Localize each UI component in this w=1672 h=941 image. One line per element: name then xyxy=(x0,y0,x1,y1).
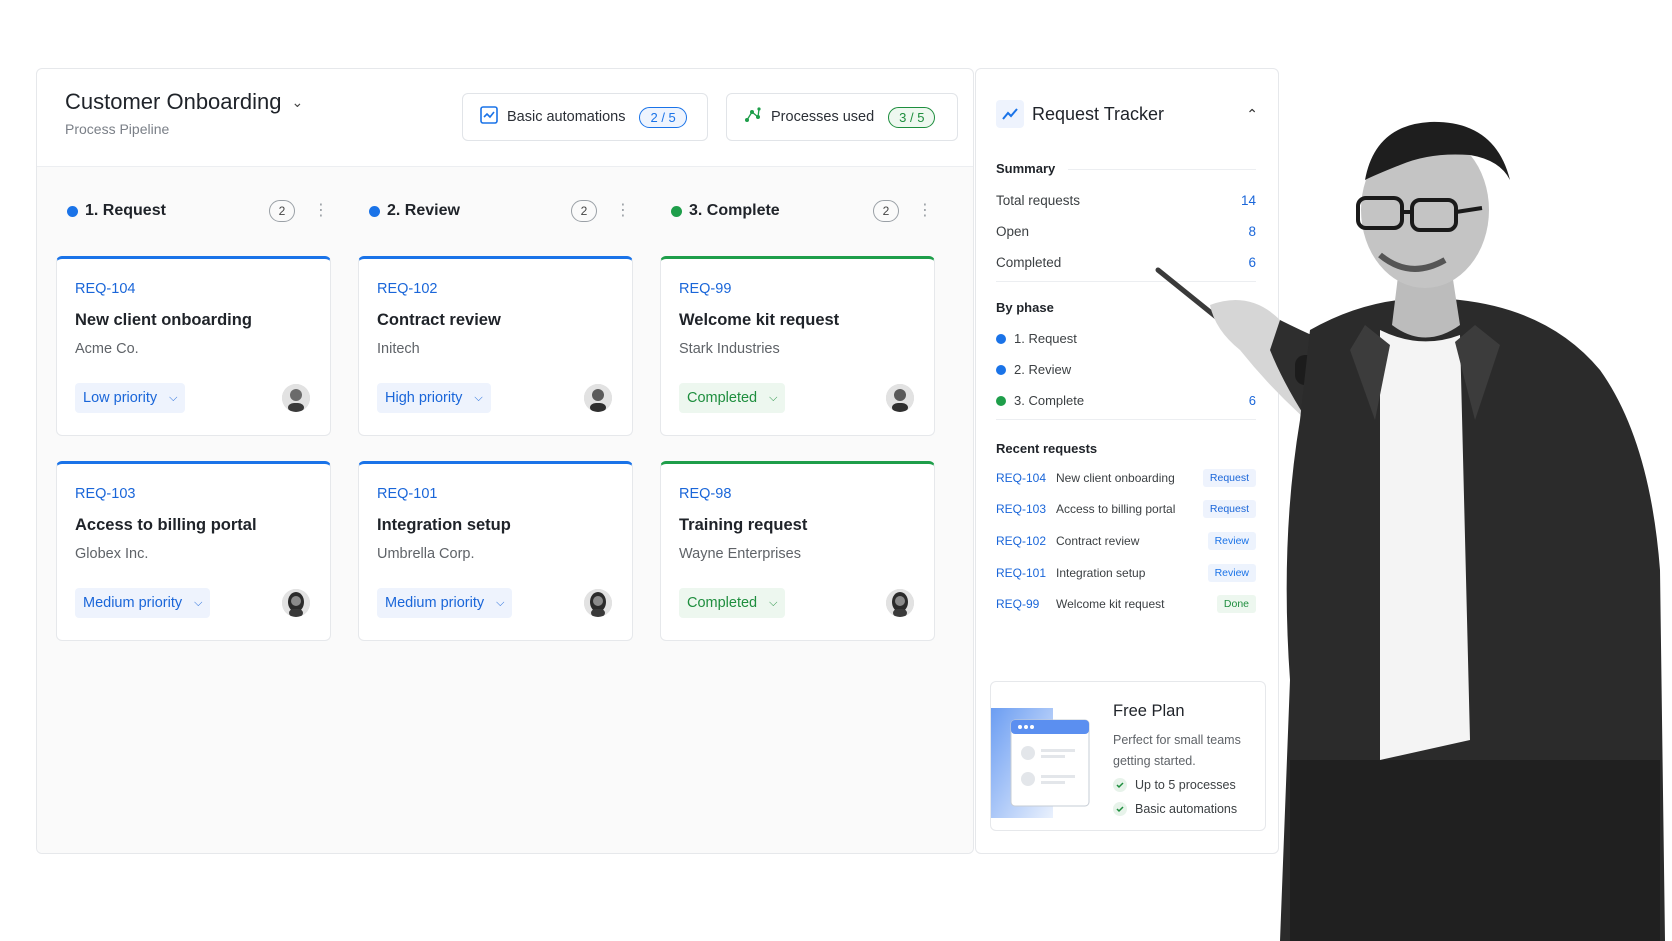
column-header-complete: 3. Complete 2 ⋮ xyxy=(669,195,933,227)
request-id[interactable]: REQ-102 xyxy=(377,281,437,297)
client-name: Globex Inc. xyxy=(75,546,149,562)
column-header-review: 2. Review 2 ⋮ xyxy=(367,195,631,227)
request-title: Welcome kit request xyxy=(679,311,840,329)
stat-count: 2 / 5 xyxy=(639,106,687,128)
request-id[interactable]: REQ-98 xyxy=(679,486,731,502)
status-dot xyxy=(996,395,1006,406)
client-name: Stark Industries xyxy=(679,341,780,357)
chevron-down-icon: ⌵ xyxy=(769,596,778,609)
column-title: 2. Review xyxy=(387,202,460,219)
request-title: Contract review xyxy=(377,311,501,329)
avatar[interactable] xyxy=(282,589,310,617)
request-id[interactable]: REQ-101 xyxy=(377,486,437,502)
status-dot xyxy=(67,205,78,217)
client-name: Wayne Enterprises xyxy=(679,546,801,562)
chevron-down-icon: ⌵ xyxy=(769,391,778,404)
priority-label: Medium priority xyxy=(385,595,485,611)
request-id[interactable]: REQ-99 xyxy=(996,597,1056,611)
recent-requests-label: Recent requests xyxy=(996,441,1098,456)
priority-dropdown[interactable]: Low priority ⌵ xyxy=(75,383,186,413)
request-card[interactable]: REQ-102 Contract review Initech High pri… xyxy=(358,256,633,436)
request-card[interactable]: REQ-103 Access to billing portal Globex … xyxy=(56,461,331,641)
status-dot xyxy=(996,364,1006,375)
status-dropdown[interactable]: Completed ⌵ xyxy=(679,588,786,618)
column-count: 2 xyxy=(269,200,295,222)
avatar[interactable] xyxy=(886,384,914,412)
board-subtitle: Process Pipeline xyxy=(65,121,170,137)
request-id[interactable]: REQ-101 xyxy=(996,566,1056,580)
avatar[interactable] xyxy=(584,589,612,617)
by-phase-label: By phase xyxy=(996,300,1054,315)
priority-dropdown[interactable]: High priority ⌵ xyxy=(377,383,491,413)
column-title: 3. Complete xyxy=(689,202,780,219)
chevron-down-icon: ⌄ xyxy=(291,93,304,110)
processes-used-stat[interactable]: Processes used 3 / 5 xyxy=(726,93,958,141)
avatar[interactable] xyxy=(584,384,612,412)
request-id[interactable]: REQ-103 xyxy=(75,486,135,502)
status-dot xyxy=(996,333,1006,344)
trending-up-icon xyxy=(996,100,1024,128)
request-card[interactable]: REQ-99 Welcome kit request Stark Industr… xyxy=(660,256,935,436)
request-id[interactable]: REQ-102 xyxy=(996,534,1056,548)
status-label: Completed xyxy=(687,390,758,406)
presenter-photo xyxy=(1130,120,1672,941)
request-title: Training request xyxy=(679,516,808,534)
basic-automations-stat[interactable]: Basic automations 2 / 5 xyxy=(462,93,708,141)
priority-label: Medium priority xyxy=(83,595,183,611)
board-header: Customer Onboarding ⌄ Process Pipeline B… xyxy=(37,69,973,167)
client-name: Initech xyxy=(377,341,420,357)
status-dot xyxy=(671,205,682,217)
request-id[interactable]: REQ-104 xyxy=(996,471,1056,485)
request-card[interactable]: REQ-98 Training request Wayne Enterprise… xyxy=(660,461,935,641)
status-label: Completed xyxy=(687,595,758,611)
column-count: 2 xyxy=(873,200,899,222)
chevron-down-icon: ⌵ xyxy=(194,596,203,609)
more-vertical-icon[interactable]: ⋮ xyxy=(615,203,631,219)
board-columns: 1. Request 2 ⋮ 2. Review 2 ⋮ 3. Complete… xyxy=(37,167,973,853)
client-name: Umbrella Corp. xyxy=(377,546,475,562)
request-id[interactable]: REQ-103 xyxy=(996,502,1056,516)
request-title: Integration setup xyxy=(377,516,511,534)
stat-label: Processes used xyxy=(771,109,875,125)
automation-icon xyxy=(479,105,499,129)
client-name: Acme Co. xyxy=(75,341,139,357)
avatar[interactable] xyxy=(886,589,914,617)
column-count: 2 xyxy=(571,200,597,222)
request-id[interactable]: REQ-99 xyxy=(679,281,731,297)
check-icon xyxy=(1113,802,1127,816)
more-vertical-icon[interactable]: ⋮ xyxy=(313,203,329,219)
priority-dropdown[interactable]: Medium priority ⌵ xyxy=(377,588,513,618)
check-icon xyxy=(1113,778,1127,792)
request-title: New client onboarding xyxy=(75,311,252,329)
priority-label: Low priority xyxy=(83,390,158,406)
priority-dropdown[interactable]: Medium priority ⌵ xyxy=(75,588,211,618)
summary-label: Summary xyxy=(996,161,1056,176)
board-title-dropdown[interactable]: Customer Onboarding ⌄ xyxy=(65,89,303,115)
status-dropdown[interactable]: Completed ⌵ xyxy=(679,383,786,413)
avatar[interactable] xyxy=(282,384,310,412)
chevron-down-icon: ⌵ xyxy=(474,391,483,404)
board-title: Customer Onboarding xyxy=(65,89,282,114)
browser-window-illustration xyxy=(991,708,1093,818)
request-id[interactable]: REQ-104 xyxy=(75,281,135,297)
stat-label: Basic automations xyxy=(507,109,626,125)
request-card[interactable]: REQ-101 Integration setup Umbrella Corp.… xyxy=(358,461,633,641)
chevron-down-icon: ⌵ xyxy=(496,596,505,609)
status-dot xyxy=(369,205,380,217)
process-graph-icon xyxy=(743,105,763,129)
request-card[interactable]: REQ-104 New client onboarding Acme Co. L… xyxy=(56,256,331,436)
chevron-down-icon: ⌵ xyxy=(169,391,178,404)
request-title: Access to billing portal xyxy=(75,516,257,534)
column-title: 1. Request xyxy=(85,202,166,219)
stat-count: 3 / 5 xyxy=(888,106,936,128)
process-board: Customer Onboarding ⌄ Process Pipeline B… xyxy=(36,68,974,854)
priority-label: High priority xyxy=(385,390,463,406)
more-vertical-icon[interactable]: ⋮ xyxy=(917,203,933,219)
column-header-request: 1. Request 2 ⋮ xyxy=(65,195,329,227)
